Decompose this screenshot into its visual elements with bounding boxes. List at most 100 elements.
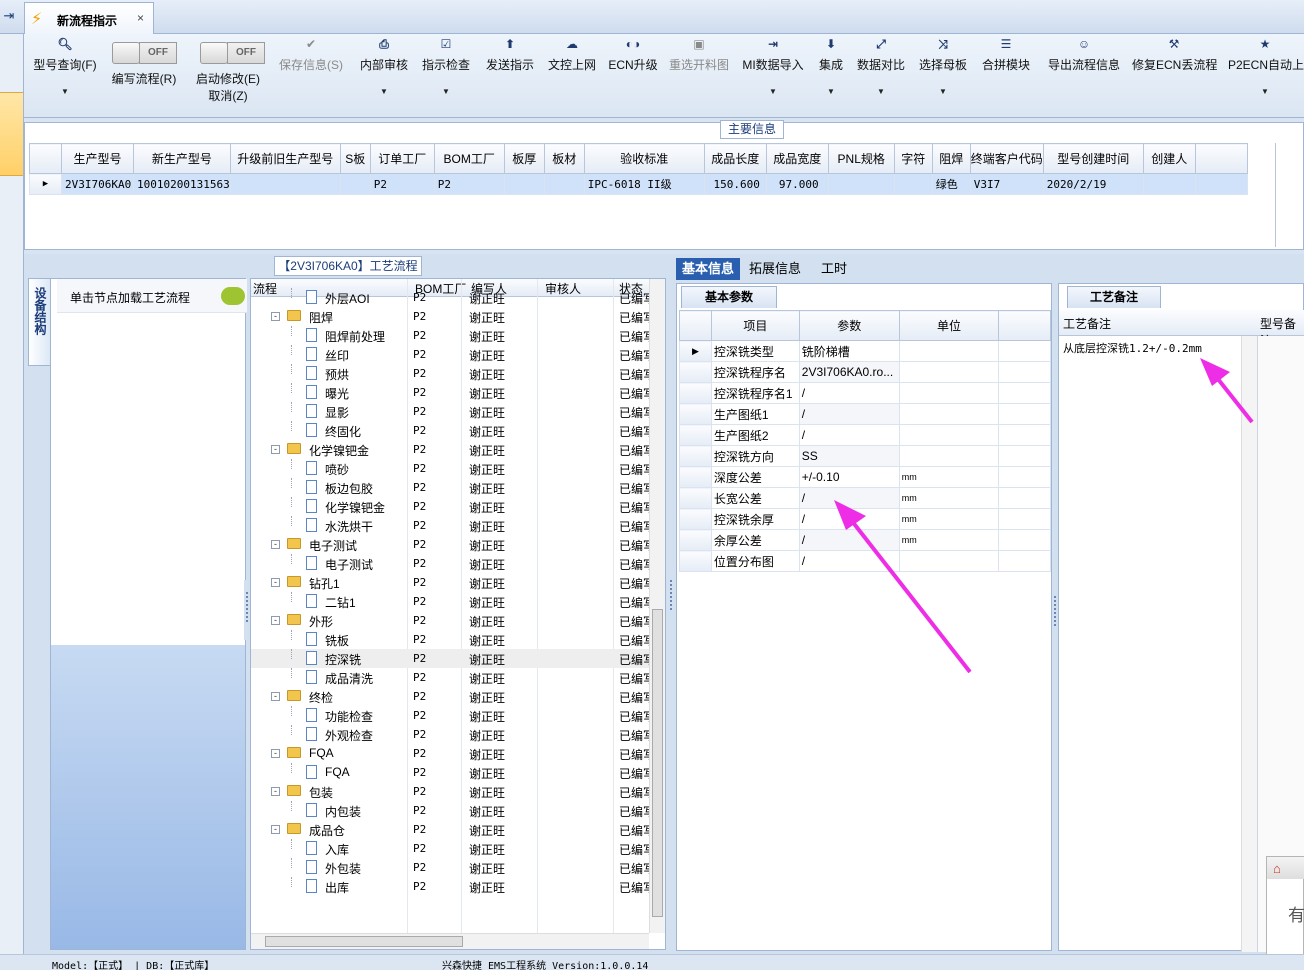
flow-tree-row[interactable]: 入库 P2 谢正旺 已编写 xyxy=(251,839,651,858)
table-cell[interactable] xyxy=(339,173,371,195)
col-header-unit[interactable]: 单位 xyxy=(898,310,1000,341)
table-cell[interactable]: 绿色 xyxy=(931,173,971,195)
flow-tree-row[interactable]: 功能检查 P2 谢正旺 已编写 xyxy=(251,706,651,725)
dropdown-arrow-icon[interactable]: ▼ xyxy=(30,87,100,96)
flow-tree-row[interactable]: 外包装 P2 谢正旺 已编写 xyxy=(251,858,651,877)
param-row[interactable]: 生产图纸1/ xyxy=(679,403,1051,425)
close-icon[interactable]: × xyxy=(137,11,144,25)
collapse-toggle-icon[interactable]: - xyxy=(271,825,280,834)
dropdown-arrow-icon[interactable]: ▼ xyxy=(1226,87,1304,96)
param-row[interactable]: 余厚公差 / mm xyxy=(679,529,1051,551)
flow-tree-row[interactable]: 电子测试 P2 谢正旺 已编写 xyxy=(251,554,651,573)
col-header[interactable]: 字符 xyxy=(893,143,933,174)
flow-tree-row[interactable]: 铣板 P2 谢正旺 已编写 xyxy=(251,630,651,649)
dropdown-arrow-icon[interactable]: ▼ xyxy=(814,87,848,96)
col-header[interactable]: S板 xyxy=(339,143,371,174)
table-cell[interactable]: IPC-6018 II级 xyxy=(583,173,705,195)
collapse-toggle-icon[interactable]: - xyxy=(271,787,280,796)
tab-work-hours[interactable]: 工时 xyxy=(812,258,856,280)
table-cell[interactable]: 97.000 xyxy=(765,173,829,195)
param-value[interactable]: +/-0.10 xyxy=(798,466,900,488)
tab-basic-info[interactable]: 基本信息 xyxy=(676,258,740,280)
collapse-toggle-icon[interactable]: - xyxy=(271,578,280,587)
collapse-toggle-icon[interactable]: - xyxy=(271,616,280,625)
param-row[interactable]: 长宽公差 / mm xyxy=(679,487,1051,509)
col-header-process-remark[interactable]: 工艺备注 xyxy=(1063,315,1111,332)
select-master-button[interactable]: ⤨ 选择母板 ▼ xyxy=(916,34,970,118)
table-cell[interactable] xyxy=(229,173,341,195)
table-row[interactable]: ▶ 2V3I706KA0 10010200131563 P2 P2 IPC-6018 II… xyxy=(29,173,1248,195)
col-header-item[interactable]: 项目 xyxy=(710,310,800,341)
col-header[interactable]: 验收标准 xyxy=(583,143,705,174)
col-header[interactable]: 型号创建时间 xyxy=(1042,143,1144,174)
table-cell[interactable]: V3I7 xyxy=(969,173,1044,195)
flow-tree-row[interactable]: - FQA P2 谢正旺 已编写 xyxy=(251,744,651,763)
param-value[interactable]: 铣阶梯槽 xyxy=(798,340,900,362)
flow-tree-row[interactable]: 外观检查 P2 谢正旺 已编写 xyxy=(251,725,651,744)
remark-scrollbar[interactable] xyxy=(1241,336,1257,952)
table-cell[interactable] xyxy=(543,173,585,195)
flow-tree-row[interactable]: 显影 P2 谢正旺 已编写 xyxy=(251,402,651,421)
doc-upload-button[interactable]: ☁ 文控上网 xyxy=(546,34,598,118)
reselect-drawing-button[interactable]: ▣ 重选开料图 xyxy=(666,34,732,118)
flow-tree-row[interactable]: 丝印 P2 谢正旺 已编写 xyxy=(251,345,651,364)
flow-tree-row[interactable]: 成品清洗 P2 谢正旺 已编写 xyxy=(251,668,651,687)
col-header[interactable]: 板厚 xyxy=(503,143,545,174)
tab-extended-info[interactable]: 拓展信息 xyxy=(744,258,806,280)
param-value[interactable]: / xyxy=(798,487,900,509)
export-flow-button[interactable]: ☺ 导出流程信息 xyxy=(1042,34,1126,118)
start-modify-toggle[interactable]: OFF xyxy=(200,42,266,64)
col-header[interactable]: PNL规格 xyxy=(827,143,895,174)
param-row[interactable]: 控深铣方向 SS xyxy=(679,445,1051,467)
flow-tree-row[interactable]: 水洗烘干 P2 谢正旺 已编写 xyxy=(251,516,651,535)
edit-flow-toggle[interactable]: OFF xyxy=(112,42,178,64)
collapse-toggle-icon[interactable]: - xyxy=(271,445,280,454)
flow-tree-row[interactable]: 控深铣 P2 谢正旺 已编写 xyxy=(251,649,651,668)
collapse-toggle-icon[interactable]: - xyxy=(271,692,280,701)
mi-import-button[interactable]: ⇥ MI数据导入 ▼ xyxy=(740,34,806,118)
save-button[interactable]: ✔ 保存信息(S) xyxy=(276,34,346,118)
flow-tree-row[interactable]: 喷砂 P2 谢正旺 已编写 xyxy=(251,459,651,478)
collapse-toggle-icon[interactable]: - xyxy=(271,540,280,549)
dropdown-arrow-icon[interactable]: ▼ xyxy=(854,87,908,96)
param-row[interactable]: 控深铣程序名 2V3I706KA0.ro... xyxy=(679,361,1051,383)
table-cell[interactable] xyxy=(503,173,545,195)
param-row[interactable]: 控深铣余厚 / mm xyxy=(679,508,1051,530)
flow-tree-row[interactable]: 化学镍钯金 P2 谢正旺 已编写 xyxy=(251,497,651,516)
table-cell[interactable] xyxy=(827,173,895,195)
flow-tree-row[interactable]: - 电子测试 P2 谢正旺 已编写 xyxy=(251,535,651,554)
param-value[interactable]: / xyxy=(798,382,900,404)
param-row[interactable]: 位置分布图 / xyxy=(679,550,1051,572)
internal-review-button[interactable]: ⎙ 内部审核 ▼ xyxy=(358,34,410,118)
flow-tree-row[interactable]: 预烘 P2 谢正旺 已编写 xyxy=(251,364,651,383)
flow-tree-row[interactable]: - 外形 P2 谢正旺 已编写 xyxy=(251,611,651,630)
col-header-value[interactable]: 参数 xyxy=(798,310,900,341)
col-header[interactable]: 成品宽度 xyxy=(765,143,829,174)
process-remark-text[interactable]: 从底层控深铣1.2+/-0.2mm xyxy=(1063,340,1202,356)
param-value[interactable]: / xyxy=(798,550,900,572)
param-value[interactable]: / xyxy=(798,529,900,551)
integrate-button[interactable]: ⬇ 集成 ▼ xyxy=(814,34,848,118)
col-header[interactable]: 阻焊 xyxy=(931,143,971,174)
col-header[interactable]: 订单工厂 xyxy=(369,143,435,174)
collapse-toggle-icon[interactable]: - xyxy=(271,749,280,758)
collapse-toggle-icon[interactable]: - xyxy=(271,312,280,321)
tab-device-structure[interactable]: 设备结构 xyxy=(28,278,50,366)
col-header[interactable]: 创建人 xyxy=(1142,143,1196,174)
param-value[interactable]: / xyxy=(798,508,900,530)
flow-tree-row[interactable]: - 包装 P2 谢正旺 已编写 xyxy=(251,782,651,801)
table-cell[interactable] xyxy=(893,173,933,195)
col-header[interactable]: 生产型号 xyxy=(61,143,134,174)
table-cell[interactable]: 10010200131563 xyxy=(133,173,231,195)
flow-tree-row[interactable]: 曝光 P2 谢正旺 已编写 xyxy=(251,383,651,402)
flow-tree-row[interactable]: - 钻孔1 P2 谢正旺 已编写 xyxy=(251,573,651,592)
param-value[interactable]: SS xyxy=(798,445,900,467)
table-cell[interactable]: P2 xyxy=(369,173,435,195)
flow-tree-row[interactable]: - 成品仓 P2 谢正旺 已编写 xyxy=(251,820,651,839)
flow-tree-row[interactable]: 内包装 P2 谢正旺 已编写 xyxy=(251,801,651,820)
instruction-check-button[interactable]: ☑ 指示检查 ▼ xyxy=(420,34,472,118)
flow-tree-row[interactable]: FQA P2 谢正旺 已编写 xyxy=(251,763,651,782)
tab-new-flow-instruction[interactable]: ⚡ 新流程指示 × xyxy=(24,2,154,34)
col-header[interactable]: BOM工厂 xyxy=(433,143,505,174)
flow-tree-row[interactable]: - 阻焊 P2 谢正旺 已编写 xyxy=(251,307,651,326)
